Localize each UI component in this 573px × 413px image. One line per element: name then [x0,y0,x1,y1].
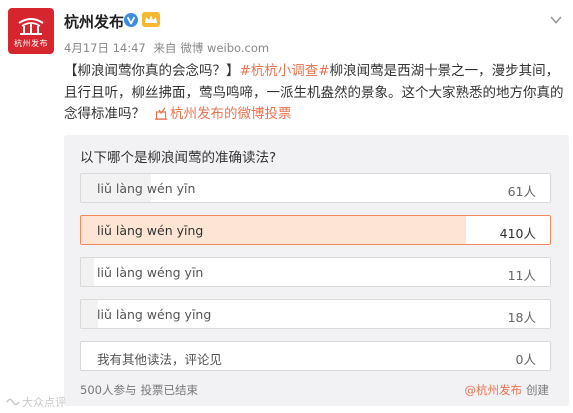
vote-icon [155,107,167,120]
post-body: 【柳浪闻莺你真的会念吗？】#杭杭小调查#柳浪闻莺是西湖十景之一，漫步其间，且行且… [64,61,569,126]
poll-option-fill [81,258,94,286]
poll-option-label: liǔ làng wén yīn [97,181,196,196]
poll-option-count: 11人 [507,268,536,283]
avatar[interactable]: 杭州发布 [8,8,54,54]
poll-card: 以下哪个是柳浪闻莺的准确读法? liǔ làng wén yīn 61人 liǔ… [64,135,569,406]
poll-option-label: liǔ làng wéng yīn [97,265,204,280]
post-timestamp[interactable]: 4月17日 14:47 [64,41,146,55]
chevron-down-icon[interactable] [549,10,563,29]
poll-option-label: liǔ làng wéng yīng [97,307,212,322]
poll-question: 以下哪个是柳浪闻莺的准确读法? [80,150,277,166]
vote-link[interactable]: 杭州发布的微博投票 [145,106,292,122]
post-source[interactable]: 微博 weibo.com [180,41,269,55]
source-prefix: 来自 [153,41,177,55]
poll-option[interactable]: liǔ làng wén yīn 61人 [80,173,551,203]
poll-option-label: 我有其他读法，评论见 [97,352,223,367]
vote-link-label: 杭州发布的微博投票 [170,106,292,122]
poll-footer-stats: 500人参与 投票已结束 [80,382,202,398]
poll-option-count: 410人 [499,226,536,241]
watermark-text: 大众点评 [22,396,66,409]
watermark: 大众点评 [6,394,66,410]
poll-option[interactable]: liǔ làng wéng yīng 18人 [80,299,551,329]
poll-status: 投票已结束 [140,383,198,397]
poll-option-count: 61人 [507,184,536,199]
account-name[interactable]: 杭州发布 [64,11,124,32]
verified-v-icon [124,12,138,31]
hangzhou-logo-icon [18,17,44,35]
vip-crown-icon [142,12,160,31]
poll-option[interactable]: liǔ làng wén yīng 410人 [80,215,551,245]
watermark-logo-icon [6,398,20,406]
poll-created-label: 创建 [526,383,549,397]
hashtag-link[interactable]: #杭杭小调查# [240,63,330,79]
avatar-label: 杭州发布 [14,38,48,48]
poll-option[interactable]: 我有其他读法，评论见 0人 [80,341,551,371]
post-meta: 4月17日 14:47 来自 微博 weibo.com [64,40,273,56]
poll-option-label: liǔ làng wén yīng [97,223,204,238]
poll-option-count: 0人 [515,352,536,367]
poll-creator-link[interactable]: @杭州发布 [465,383,523,397]
poll-option-count: 18人 [507,310,536,325]
poll-option[interactable]: liǔ làng wéng yīn 11人 [80,257,551,287]
poll-participants: 500人参与 [80,383,137,397]
poll-footer-creator: @杭州发布 创建 [465,382,550,398]
post-title: 【柳浪闻莺你真的会念吗？】 [64,63,240,79]
poll-option-fill [81,300,98,328]
